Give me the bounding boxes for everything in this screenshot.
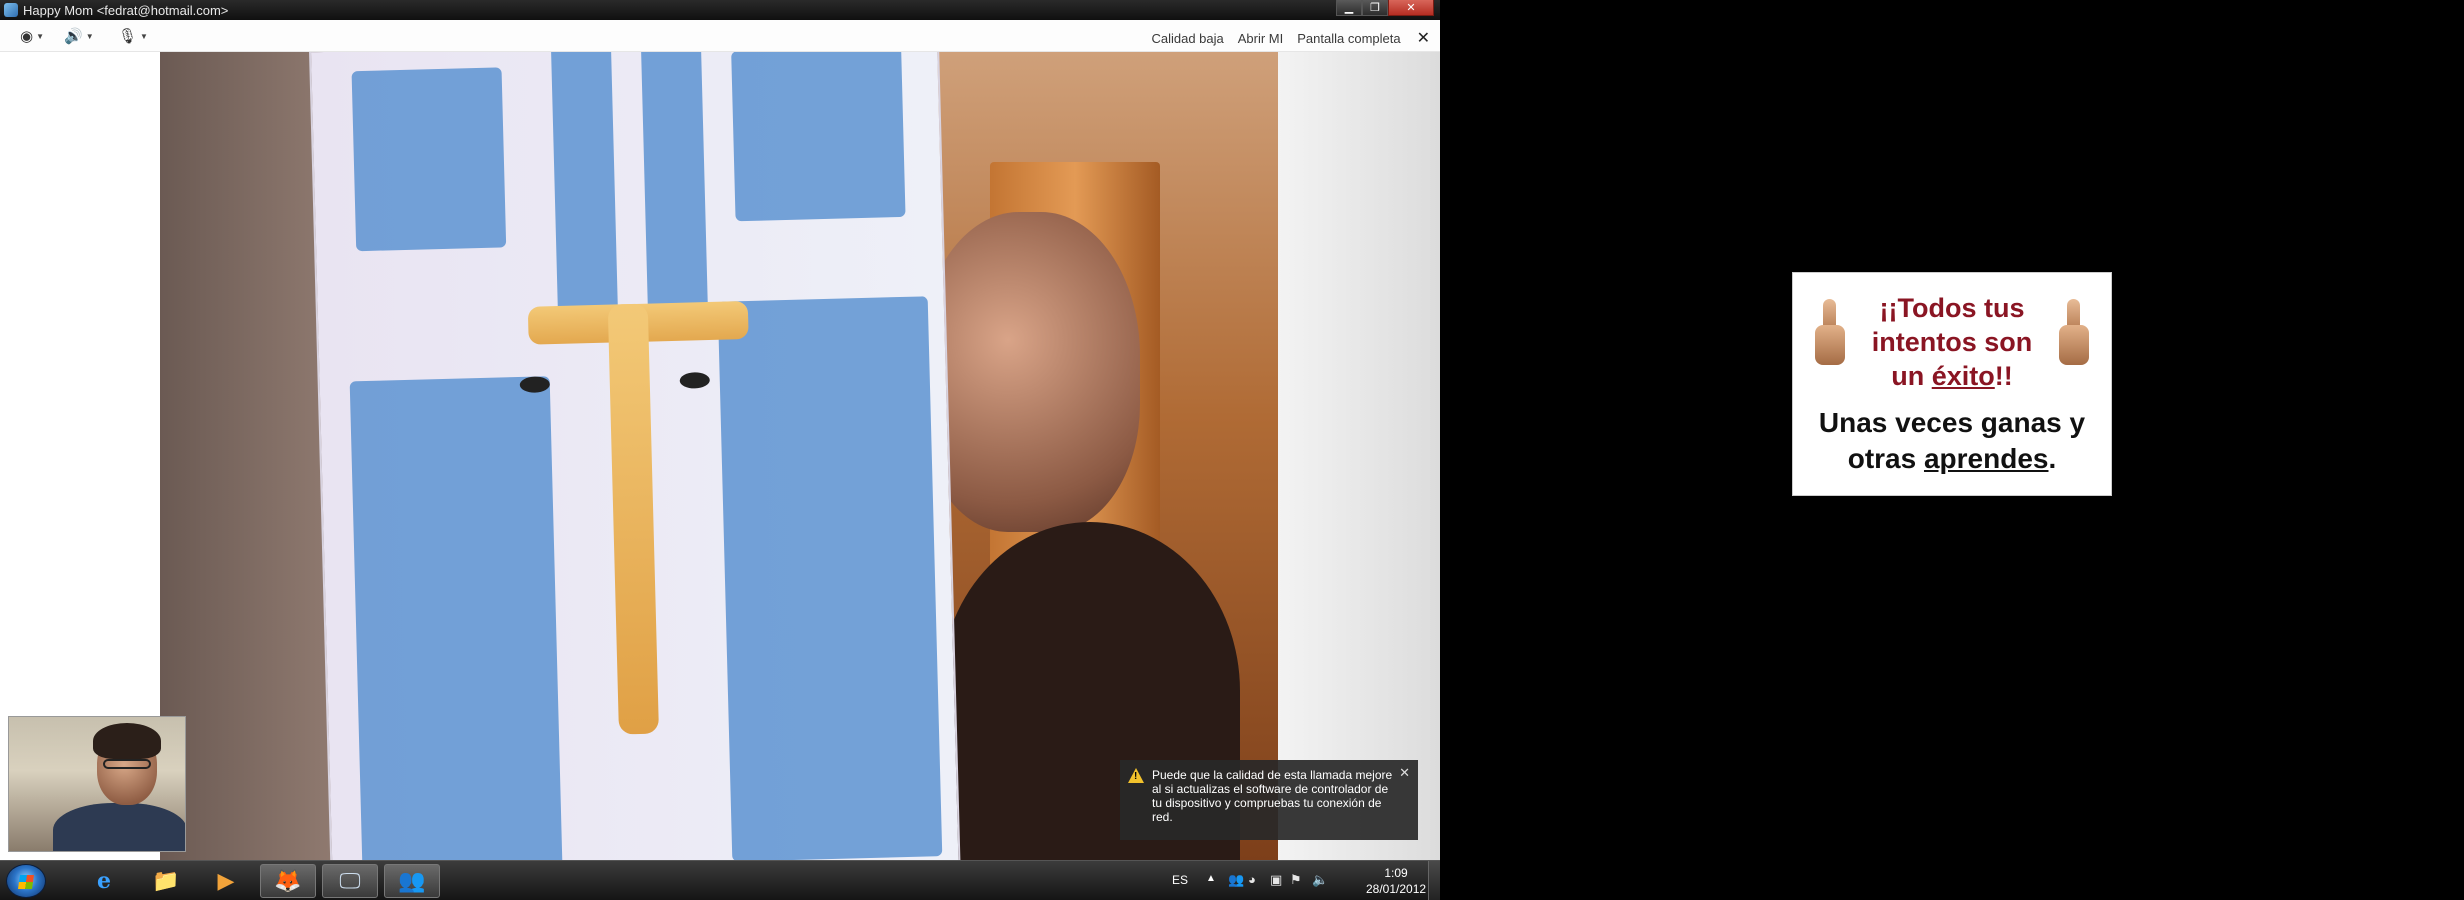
antivirus-tray-icon[interactable]: ◕	[1248, 872, 1256, 887]
warning-icon	[1128, 768, 1144, 784]
internet-explorer-icon[interactable]: e	[76, 864, 132, 898]
webcam-menu-button[interactable]: ◉ ▼	[20, 27, 44, 45]
window-controls: ▁ ❐ ✕	[1336, 0, 1434, 17]
maximize-button[interactable]: ❐	[1362, 0, 1388, 16]
low-quality-link[interactable]: Calidad baja	[1151, 31, 1223, 46]
show-desktop-button[interactable]	[1428, 861, 1440, 900]
self-video-preview	[8, 716, 186, 852]
messenger-app-icon	[4, 3, 18, 17]
quality-notification: Puede que la calidad de esta llamada mej…	[1120, 760, 1418, 840]
volume-icon[interactable]: 🔈	[1312, 872, 1328, 888]
messenger-taskbar-icon[interactable]: 👥	[384, 864, 440, 898]
file-explorer-icon[interactable]: 📁	[138, 864, 194, 898]
held-drawing	[308, 52, 962, 860]
webcam-icon: ◉	[20, 28, 34, 45]
clock-date: 28/01/2012	[1366, 882, 1427, 896]
minimize-button[interactable]: ▁	[1336, 0, 1362, 16]
notification-text: Puede que la calidad de esta llamada mej…	[1152, 768, 1393, 824]
call-toolbar: ◉ ▼ 🔊 ▼ 🎙 ▼ Calidad baja Abrir MI Pantalla …	[0, 20, 1440, 52]
open-mi-link[interactable]: Abrir MI	[1238, 31, 1284, 46]
taskbar: e 📁 ▶ 🦊 🖵 👥 ES ▲ 👥 ◕ ▣ ⚑ 🔈 1:09 28/01/20…	[0, 860, 1440, 900]
card-subline: Unas veces ganas y otras aprendes.	[1818, 407, 2086, 474]
chevron-down-icon: ▼	[85, 31, 94, 41]
messenger-tray-icon[interactable]: 👥	[1228, 872, 1244, 888]
thumbs-up-icon	[2057, 299, 2091, 371]
network-tray-icon[interactable]: ▣	[1270, 872, 1282, 888]
microphone-icon: 🎙	[118, 28, 138, 45]
fullscreen-link[interactable]: Pantalla completa	[1297, 31, 1400, 46]
thumbs-up-icon	[1813, 299, 1847, 371]
microphone-menu-button[interactable]: 🎙 ▼	[118, 27, 148, 45]
call-options: Calidad baja Abrir MI Pantalla completa …	[1151, 28, 1430, 48]
chevron-down-icon: ▼	[140, 31, 148, 41]
media-player-icon[interactable]: ▶	[198, 864, 254, 898]
action-center-flag-icon[interactable]: ⚑	[1290, 872, 1302, 888]
language-indicator[interactable]: ES	[1172, 873, 1188, 887]
motivational-card: ¡¡Todos tus intentos son un éxito!! Unas…	[1792, 272, 2112, 496]
window-title: Happy Mom <fedrat@hotmail.com>	[23, 2, 229, 18]
start-button[interactable]	[6, 864, 46, 898]
firefox-icon[interactable]: 🦊	[260, 864, 316, 898]
video-person-head	[920, 212, 1140, 532]
desktop: Happy Mom <fedrat@hotmail.com> ▁ ❐ ✕ ◉ ▼ …	[0, 0, 2464, 900]
speaker-menu-button[interactable]: 🔊 ▼	[64, 27, 94, 45]
speaker-icon: 🔊	[64, 28, 83, 45]
system-tray: ES ▲ 👥 ◕ ▣ ⚑ 🔈 1:09 28/01/2012	[1140, 861, 1440, 900]
title-bar: Happy Mom <fedrat@hotmail.com> ▁ ❐ ✕	[0, 0, 1440, 20]
right-panel	[1278, 52, 1440, 860]
close-window-button[interactable]: ✕	[1388, 0, 1434, 16]
card-headline: ¡¡Todos tus intentos son un éxito!!	[1871, 293, 2033, 391]
chevron-down-icon: ▼	[36, 31, 45, 41]
window-app-icon[interactable]: 🖵	[322, 864, 378, 898]
clock-time: 1:09	[1384, 866, 1408, 880]
messenger-call-window: Happy Mom <fedrat@hotmail.com> ▁ ❐ ✕ ◉ ▼ …	[0, 0, 1440, 900]
notification-close-button[interactable]: ✕	[1399, 766, 1410, 780]
remote-video-feed	[160, 52, 1278, 860]
close-call-button[interactable]: ✕	[1417, 28, 1430, 48]
show-hidden-icons-icon[interactable]: ▲	[1206, 873, 1216, 884]
clock[interactable]: 1:09 28/01/2012	[1366, 865, 1426, 897]
